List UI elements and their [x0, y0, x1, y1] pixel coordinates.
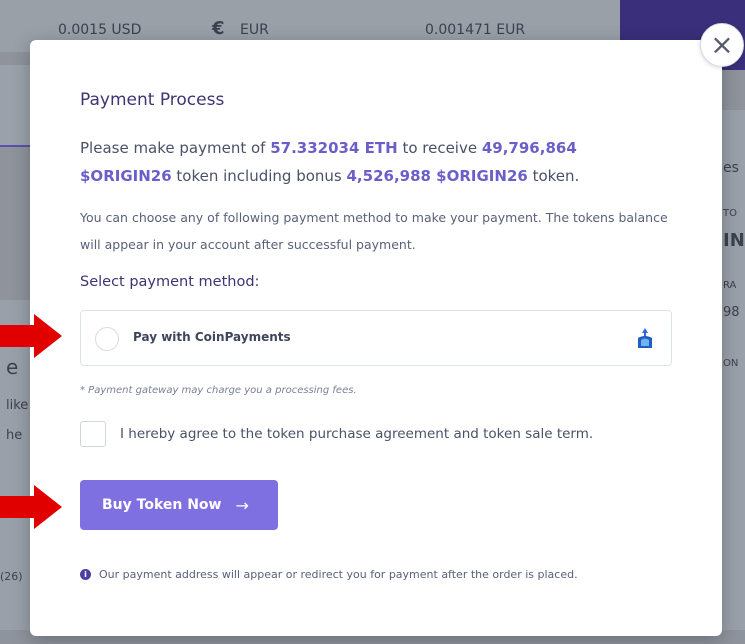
payment-method-coinpayments[interactable]: Pay with CoinPayments [80, 310, 672, 366]
payment-description: You can choose any of following payment … [80, 210, 668, 252]
euro-icon: € [212, 18, 225, 39]
left-partial-text-4: (26) [0, 570, 23, 583]
eth-amount: 57.332034 ETH [270, 139, 398, 157]
buy-button-label: Buy Token Now [102, 497, 222, 513]
agreement-checkbox[interactable] [80, 421, 106, 447]
right-partial-panel: es TO IN RA 98 ON [720, 110, 745, 630]
payment-summary: Please make payment of 57.332034 ETH to … [80, 134, 640, 190]
close-icon: × [710, 28, 734, 61]
bonus-amount: 4,526,988 $ORIGIN26 [346, 167, 528, 185]
right-partial-text-5: 98 [723, 305, 740, 320]
eur-code: EUR [240, 22, 269, 38]
eur-rate: 0.001471 EUR [425, 22, 526, 38]
payment-footnote: i Our payment address will appear or red… [80, 568, 578, 581]
method-radio[interactable] [95, 327, 119, 351]
modal-title: Payment Process [80, 90, 225, 110]
right-partial-text-3: IN [723, 230, 745, 251]
close-button[interactable]: × [700, 23, 744, 67]
right-partial-text-1: es [723, 160, 739, 176]
summary-text-1: Please make payment of [80, 139, 271, 157]
right-partial-text-6: ON [723, 358, 739, 369]
left-partial-text-2: like [6, 398, 29, 413]
gateway-fee-note: * Payment gateway may charge you a proce… [80, 385, 357, 396]
usd-rate: 0.0015 USD [58, 22, 142, 38]
info-icon: i [80, 569, 91, 580]
summary-text-3: token including bonus [171, 167, 347, 185]
left-partial-text-3: he [6, 428, 23, 443]
summary-text-4: token. [527, 167, 580, 185]
coinpayments-icon [638, 328, 652, 348]
payment-modal: Payment Process Please make payment of 5… [30, 40, 722, 636]
method-label: Pay with CoinPayments [133, 330, 291, 344]
buy-token-button[interactable]: Buy Token Now → [80, 480, 278, 530]
arrow-right-icon: → [235, 495, 249, 515]
summary-text-2: to receive [397, 139, 482, 157]
right-partial-text-2: TO [723, 208, 737, 219]
left-partial-text-1: e [6, 355, 19, 379]
agreement-label[interactable]: I hereby agree to the token purchase agr… [120, 426, 593, 442]
select-method-label: Select payment method: [80, 274, 260, 290]
right-partial-text-4: RA [723, 280, 737, 291]
footnote-text: Our payment address will appear or redir… [99, 568, 578, 581]
